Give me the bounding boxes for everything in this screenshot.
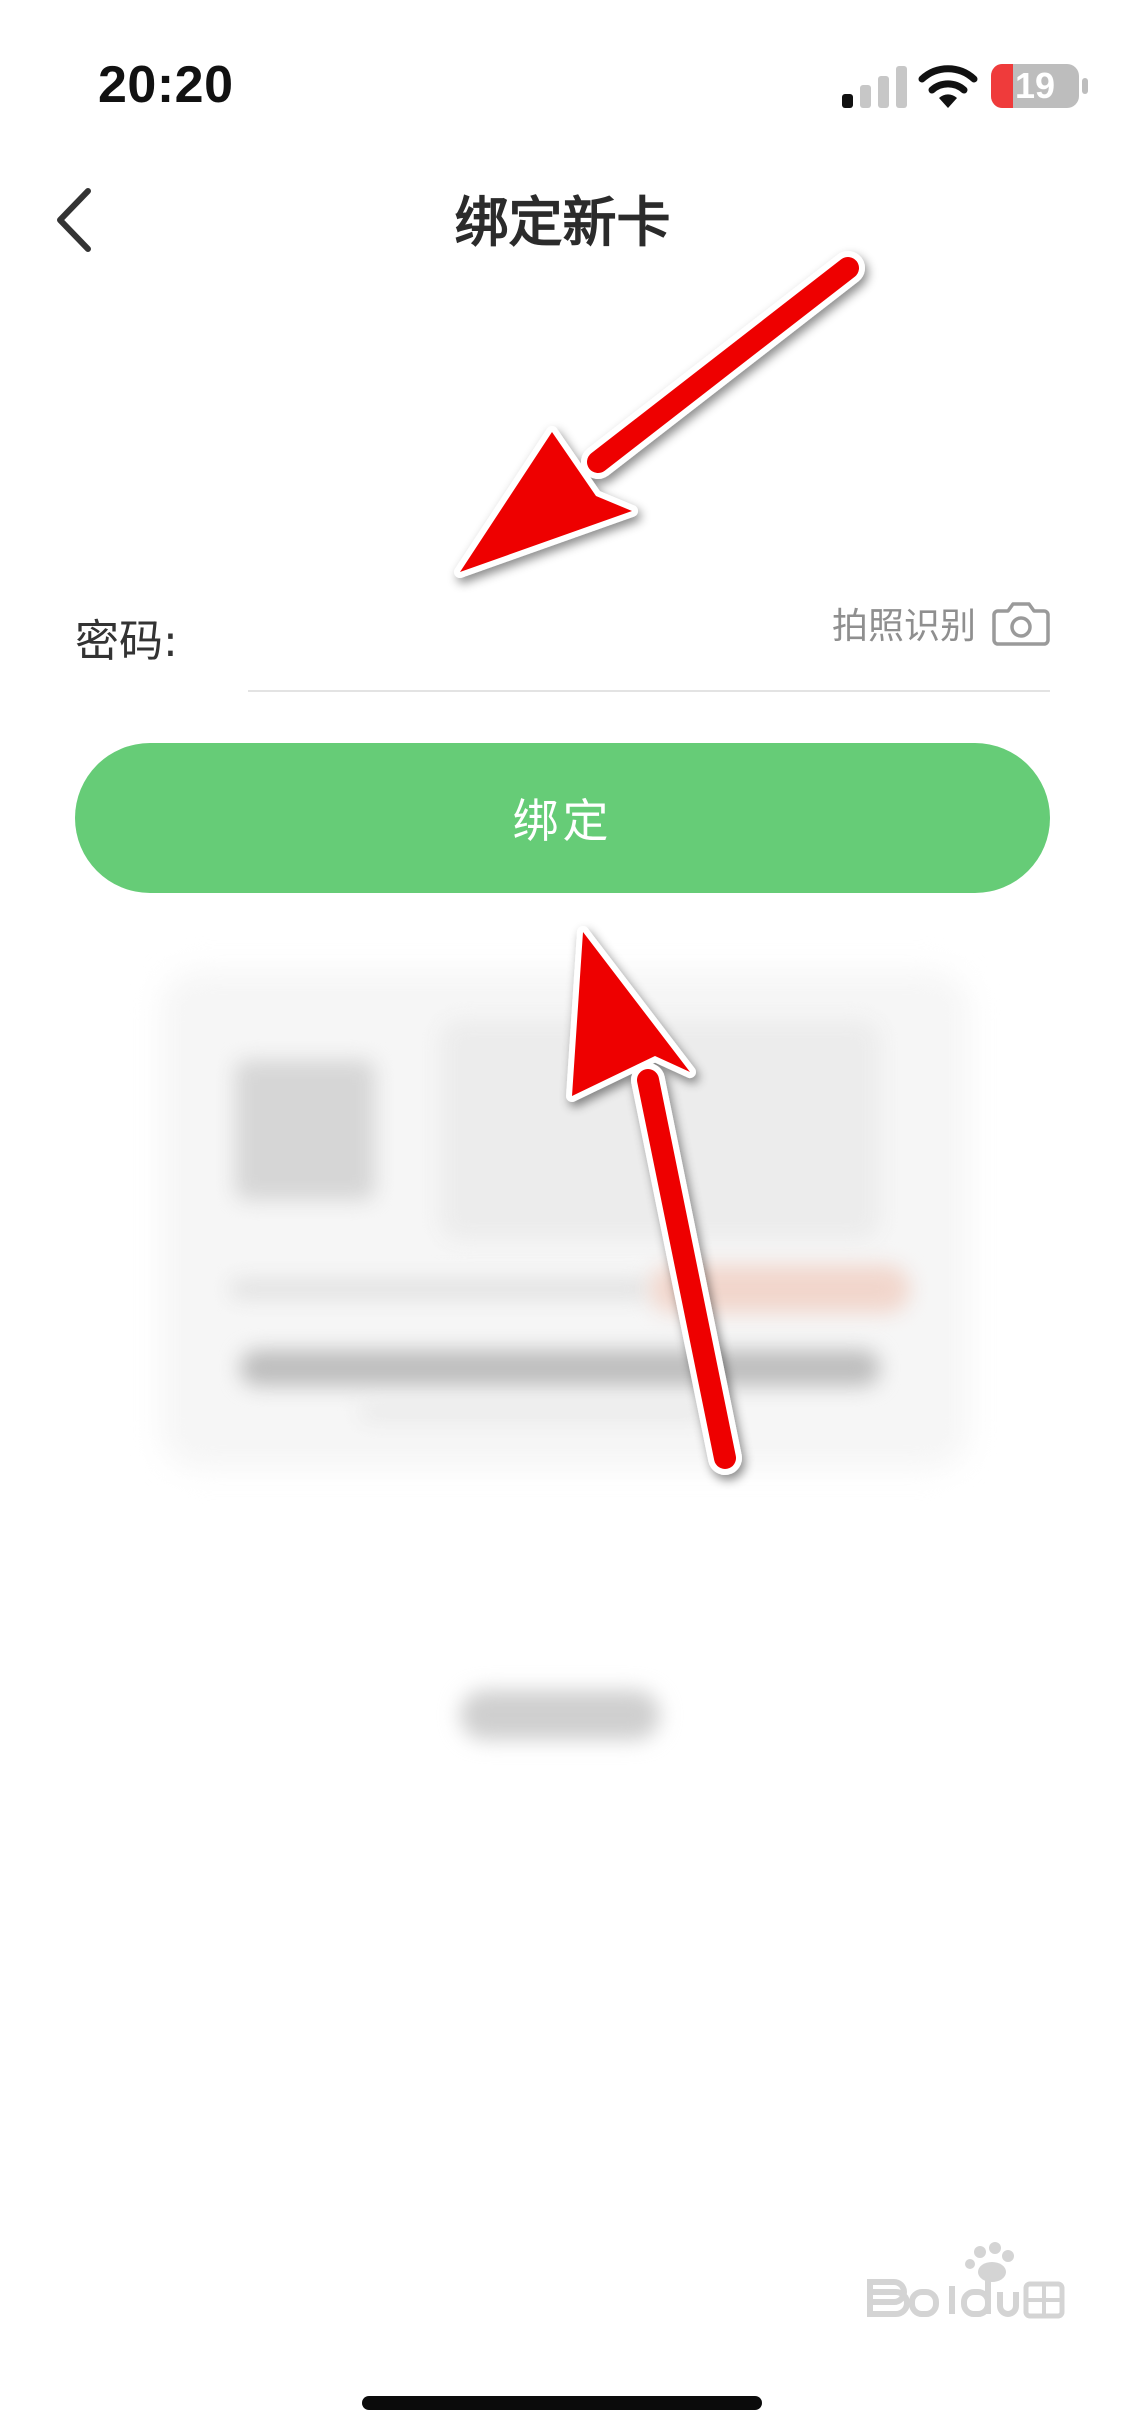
photo-recognize-button[interactable]: 拍照识别 <box>832 597 1050 649</box>
blurred-image <box>440 1020 880 1240</box>
password-label: 密码: <box>75 616 178 667</box>
blurred-qr-code <box>235 1060 375 1200</box>
photo-recognize-label: 拍照识别 <box>832 606 977 647</box>
bind-button[interactable]: 绑定 <box>75 743 1050 893</box>
wifi-icon <box>918 65 978 108</box>
blurred-text-line <box>230 1280 650 1298</box>
input-underline <box>248 690 1050 692</box>
baidu-watermark-icon <box>867 2242 1065 2319</box>
password-input[interactable] <box>250 590 794 672</box>
camera-icon <box>992 602 1050 646</box>
blurred-tag <box>650 1265 910 1313</box>
blurred-text-line <box>360 1405 710 1419</box>
blurred-text-line <box>240 1350 880 1386</box>
page-title: 绑定新卡 <box>454 191 671 254</box>
home-indicator[interactable] <box>362 2396 762 2410</box>
battery-icon: 19 <box>990 62 1090 110</box>
signal-icon <box>842 66 907 108</box>
blurred-link <box>460 1690 660 1740</box>
battery-level: 19 <box>1014 65 1056 106</box>
status-time: 20:20 <box>98 56 234 114</box>
arrow-to-password-icon <box>454 251 865 578</box>
